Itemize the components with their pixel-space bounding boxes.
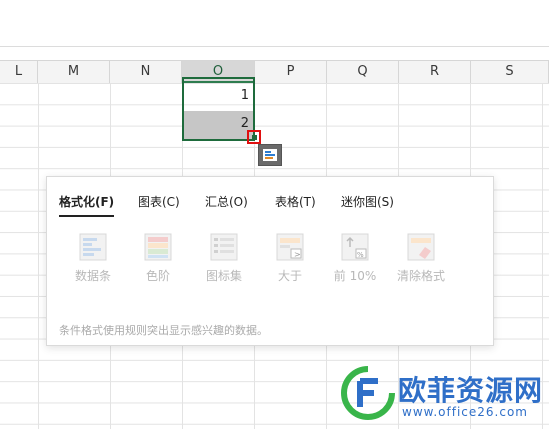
greater-than-icon: > (276, 233, 304, 261)
column-label: R (429, 64, 440, 79)
clear-format-button[interactable]: 清除格式 (391, 233, 451, 284)
formula-bar-area (0, 0, 549, 47)
watermark-logo-icon (341, 366, 395, 420)
panel-hint-text: 条件格式使用规则突出显示感兴趣的数据。 (59, 324, 268, 337)
column-header-l[interactable]: L (0, 61, 38, 83)
column-label: S (505, 64, 514, 79)
data-bars-label: 数据条 (74, 269, 111, 283)
icon-set-icon (210, 233, 238, 261)
greater-than-label: 大于 (277, 269, 302, 283)
greater-than-button[interactable]: > 大于 (260, 233, 320, 284)
data-bars-button[interactable]: 数据条 (63, 233, 123, 284)
quick-analysis-panel: 格式化(F) 图表(C) 汇总(O) 表格(T) 迷你图(S) 数据条 色阶 图… (46, 176, 494, 346)
data-bars-icon (79, 233, 107, 261)
watermark-text: 欧菲资源网 (398, 374, 544, 407)
tab-charts[interactable]: 图表(C) (138, 193, 180, 210)
column-label: P (286, 64, 295, 79)
column-header-n[interactable]: N (110, 61, 182, 83)
svg-text:>: > (294, 250, 301, 259)
eraser-icon (407, 233, 435, 261)
color-scale-label: 色阶 (145, 269, 170, 283)
quick-analysis-button[interactable] (258, 144, 282, 166)
column-header-r[interactable]: R (399, 61, 471, 83)
tab-sparklines[interactable]: 迷你图(S) (341, 193, 394, 210)
tab-format[interactable]: 格式化(F) (59, 193, 115, 217)
column-header-p[interactable]: P (255, 61, 327, 83)
svg-text:%: % (357, 251, 364, 259)
quick-analysis-icon (263, 149, 277, 161)
color-scale-button[interactable]: 色阶 (128, 233, 188, 284)
column-header-s[interactable]: S (471, 61, 549, 83)
icon-set-label: 图标集 (205, 269, 242, 283)
column-label: L (14, 64, 23, 79)
color-scale-icon (144, 233, 172, 261)
cell-o2[interactable]: 2 (184, 116, 253, 136)
tab-tables[interactable]: 表格(T) (275, 193, 316, 210)
top-10-button[interactable]: % 前 10% (325, 233, 385, 284)
column-header-q[interactable]: Q (327, 61, 399, 83)
watermark-url: www.office26.com (402, 405, 528, 419)
top-10-label: 前 10% (333, 269, 377, 283)
column-header-m[interactable]: M (38, 61, 110, 83)
column-header-row: L M N O P Q R S (0, 60, 549, 84)
column-label: N (140, 64, 151, 79)
column-label: M (67, 64, 80, 79)
clear-format-label: 清除格式 (396, 269, 445, 283)
icon-set-button[interactable]: 图标集 (194, 233, 254, 284)
top-10-icon: % (341, 233, 369, 261)
column-label: Q (357, 64, 368, 79)
cell-o1[interactable]: 1 (184, 88, 253, 108)
tab-totals[interactable]: 汇总(O) (205, 193, 248, 210)
fill-handle[interactable] (252, 135, 257, 140)
watermark: 欧菲资源网 www.office26.com (340, 365, 545, 427)
